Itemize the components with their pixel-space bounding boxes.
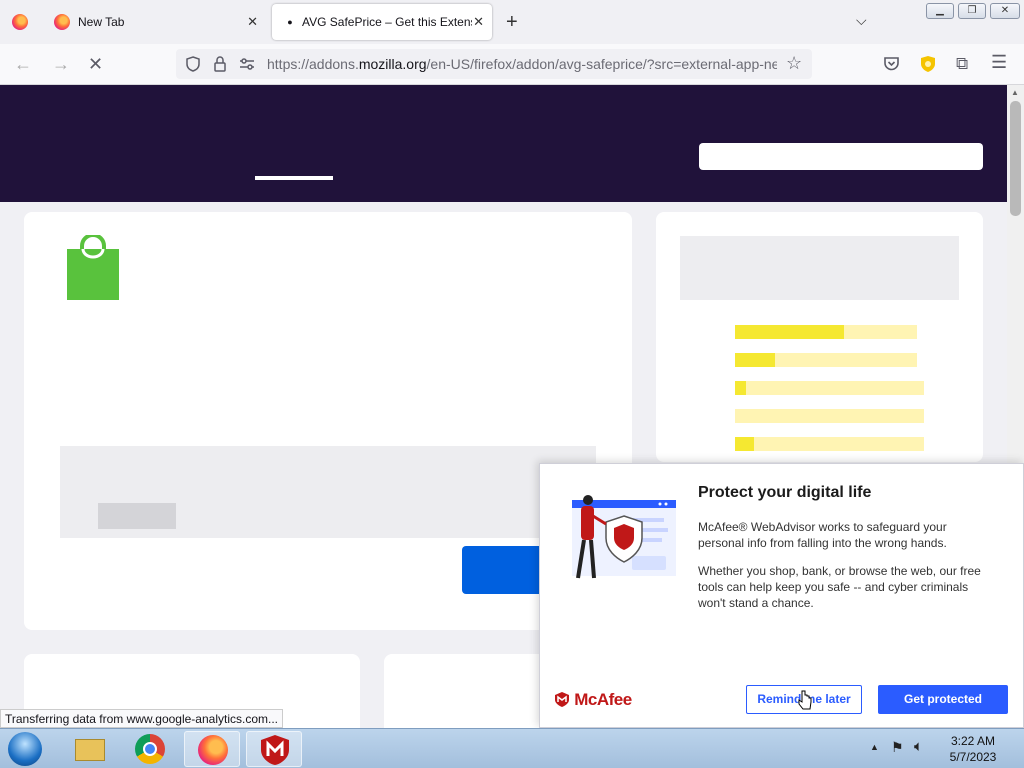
rating-bar-fill	[735, 437, 754, 451]
bookmark-star-icon[interactable]: ☆	[786, 53, 802, 74]
url-text[interactable]: https://addons.mozilla.org/en-US/firefox…	[267, 56, 777, 72]
tab-new-tab[interactable]: New Tab ✕	[44, 4, 266, 40]
rating-bar-fill	[735, 325, 844, 339]
list-all-tabs-chevron-icon[interactable]: ⌵	[856, 12, 867, 29]
permissions-icon[interactable]	[239, 57, 255, 71]
action-center-flag-icon[interactable]: ⚑	[891, 739, 904, 756]
close-icon[interactable]: ✕	[247, 14, 258, 30]
clock-date: 5/7/2023	[949, 750, 997, 764]
extensions-puzzle-icon[interactable]: ⧉	[956, 54, 968, 74]
mcafee-shield-icon	[555, 692, 569, 707]
lock-icon[interactable]	[213, 55, 227, 73]
mcafee-icon	[261, 735, 289, 765]
rating-bar	[735, 409, 924, 423]
nav-underline	[255, 176, 333, 180]
start-orb-icon[interactable]	[8, 732, 42, 766]
close-icon[interactable]: ✕	[473, 14, 484, 30]
pocket-icon[interactable]	[883, 56, 900, 72]
firefox-icon	[12, 14, 28, 30]
rating-bar	[735, 437, 924, 451]
placeholder-chip	[98, 503, 176, 529]
brand-name: McAfee	[574, 690, 632, 709]
tab-avg-safeprice[interactable]: ● AVG SafePrice – Get this Extensio ✕	[272, 4, 492, 40]
mcafee-webadvisor-popup: Protect your digital life McAfee® WebAdv…	[539, 463, 1024, 728]
scroll-up-icon[interactable]: ▲	[1011, 88, 1019, 97]
system-clock[interactable]: 3:22 AM 5/7/2023	[942, 733, 1004, 765]
popup-description: McAfee® WebAdvisor works to safeguard yo…	[698, 520, 947, 550]
forward-arrow-icon[interactable]: →	[52, 54, 70, 74]
mcafee-logo: McAfee	[554, 690, 632, 710]
tab-label: New Tab	[78, 15, 125, 29]
minimize-button[interactable]: ▁	[926, 3, 954, 19]
shopping-bag-icon	[67, 235, 119, 300]
status-panel: Transferring data from www.google-analyt…	[0, 709, 283, 728]
url-bar[interactable]: https://addons.mozilla.org/en-US/firefox…	[176, 49, 812, 79]
get-protected-button[interactable]: Get protected	[878, 685, 1008, 714]
windows-taskbar: ▲ ⚑ 🔈︎ 3:22 AM 5/7/2023	[0, 728, 1024, 768]
extension-shield-icon[interactable]	[919, 55, 937, 73]
placeholder-block	[680, 236, 959, 300]
menu-hamburger-icon[interactable]: ☰	[991, 52, 1007, 73]
mouse-cursor-icon	[798, 690, 812, 710]
rating-bar-fill	[735, 353, 775, 367]
ratings-card	[656, 212, 983, 462]
taskbar-chrome[interactable]	[122, 731, 178, 767]
tab-strip: New Tab ✕ ● AVG SafePrice – Get this Ext…	[0, 0, 1024, 44]
taskbar-firefox[interactable]	[184, 731, 240, 767]
scroll-thumb[interactable]	[1010, 101, 1021, 216]
tab-label: AVG SafePrice – Get this Extensio	[302, 15, 472, 29]
chrome-icon	[135, 734, 165, 764]
rating-bar	[735, 325, 917, 339]
popup-description-2: Whether you shop, bank, or browse the we…	[698, 564, 981, 610]
file-explorer-icon	[75, 739, 105, 761]
security-illustration	[572, 495, 676, 579]
loading-dot-icon: ●	[287, 17, 293, 27]
new-tab-plus-icon[interactable]: +	[506, 11, 518, 34]
stop-loading-icon[interactable]: ✕	[88, 54, 103, 74]
tab-firefox-view[interactable]	[2, 4, 42, 40]
firefox-icon	[54, 14, 70, 30]
tracking-shield-icon[interactable]	[185, 56, 201, 72]
rating-bar	[735, 381, 924, 395]
taskbar-file-explorer[interactable]	[62, 731, 118, 767]
close-window-button[interactable]: ✕	[990, 3, 1020, 19]
back-arrow-icon[interactable]: ←	[14, 54, 32, 74]
firefox-icon	[198, 735, 228, 765]
taskbar-mcafee[interactable]	[246, 731, 302, 767]
header-banner	[0, 85, 1007, 202]
clock-time: 3:22 AM	[950, 734, 996, 748]
navigation-toolbar: ← → ✕ https://addons.mozilla.org/en-US/f…	[0, 44, 1024, 85]
rating-bar-fill	[735, 381, 746, 395]
search-input[interactable]	[699, 143, 983, 170]
show-hidden-icons-icon[interactable]: ▲	[870, 742, 879, 752]
volume-icon[interactable]: 🔈︎	[914, 738, 923, 755]
restore-button[interactable]: ❐	[958, 3, 986, 19]
rating-bar	[735, 353, 917, 367]
popup-title: Protect your digital life	[698, 484, 872, 501]
